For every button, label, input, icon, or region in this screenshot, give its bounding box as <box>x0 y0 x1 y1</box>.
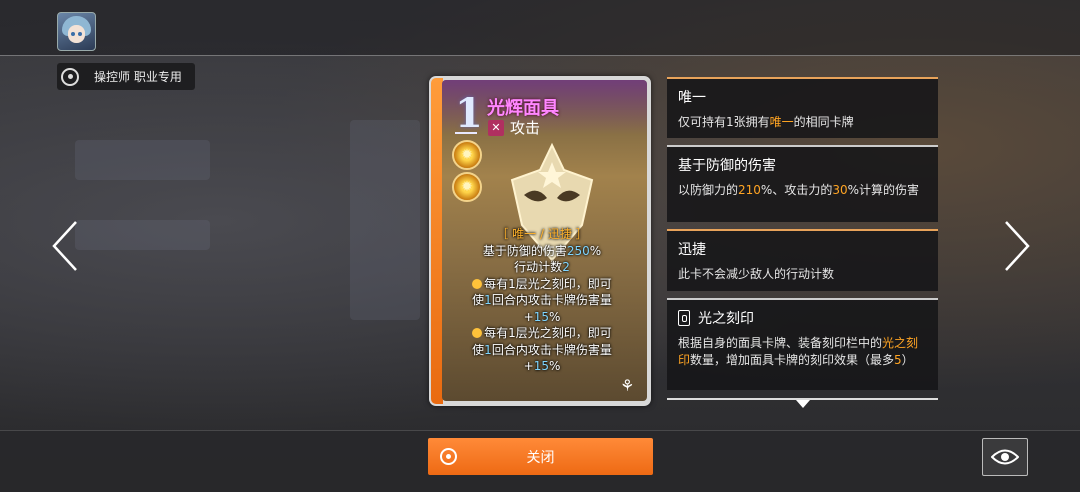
character-avatar-icon[interactable] <box>57 12 96 51</box>
view-art-button[interactable] <box>982 438 1028 476</box>
class-emblem-icon <box>61 67 79 86</box>
keyword-panel-def-damage: 基于防御的伤害 以防御力的210%、攻击力的30%计算的伤害 <box>667 145 938 222</box>
panel-desc: 此卡不会减少敌人的行动计数 <box>678 267 835 281</box>
chevron-left-icon <box>52 221 77 271</box>
panel-title: 光之刻印 <box>678 308 927 328</box>
crossed-swords-icon: ✕ <box>488 119 504 136</box>
light-mark-icon <box>678 310 690 326</box>
background-blur <box>75 140 210 180</box>
card-effect: 每有1层光之刻印，即可 <box>447 276 637 293</box>
panel-desc: 仅可持有1张拥有唯一的相同卡牌 <box>678 115 854 129</box>
panel-title: 迅捷 <box>678 242 706 258</box>
card-effect: 使1回合内攻击卡牌伤害量 <box>472 342 612 357</box>
card-effect: 每有1层光之刻印，即可 <box>447 325 637 342</box>
card-type-label: 攻击 <box>510 119 541 137</box>
card-line: 行动计数2 <box>514 260 570 274</box>
keyword-panel-light-mark: 光之刻印 根据自身的面具卡牌、装备刻印栏中的光之刻印数量，增加面具卡牌的刻印效果… <box>667 298 938 390</box>
sun-orb-icon: ✹ <box>452 140 482 170</box>
next-arrow-button[interactable] <box>994 218 1034 274</box>
card-set-icon: ⚘ <box>620 376 635 395</box>
card-cost: 1 <box>455 90 483 137</box>
sun-orb-icon: ✹ <box>452 172 482 202</box>
card-type: ✕ 攻击 <box>488 117 540 138</box>
top-bar <box>0 0 1080 56</box>
card-effect: +15% <box>523 359 561 373</box>
close-button-label: 关闭 <box>526 449 555 466</box>
cost-underline <box>455 132 477 134</box>
keyword-panel-swift: 迅捷 此卡不会减少敌人的行动计数 <box>667 229 938 291</box>
light-mark-coin-icon <box>472 278 483 289</box>
background-blur <box>75 220 210 250</box>
job-tag-label: 操控师 职业专用 <box>94 70 182 84</box>
card-description: ［ 唯一 / 迅捷 ］ 基于防御的伤害250% 行动计数2 每有1层光之刻印，即… <box>447 226 637 375</box>
close-button[interactable]: 关闭 <box>428 438 653 475</box>
prev-arrow-button[interactable] <box>48 218 88 274</box>
job-exclusive-tag: 操控师 职业专用 <box>57 63 195 90</box>
card-keywords: ［ 唯一 / 迅捷 ］ <box>496 227 588 241</box>
keyword-panel-unique: 唯一 仅可持有1张拥有唯一的相同卡牌 <box>667 77 938 138</box>
scroll-down-icon[interactable] <box>796 400 810 408</box>
panel-desc: 根据自身的面具卡牌、装备刻印栏中的光之刻印数量，增加面具卡牌的刻印效果（最多5） <box>678 336 919 367</box>
chevron-right-icon <box>1005 221 1030 271</box>
card-effect: 使1回合内攻击卡牌伤害量 <box>472 293 612 307</box>
light-mark-coin-icon <box>472 328 483 338</box>
card-effect: +15% <box>523 309 561 324</box>
background-blur <box>350 120 420 320</box>
card-line: 基于防御的伤害250% <box>482 243 602 258</box>
panel-title: 基于防御的伤害 <box>678 158 776 174</box>
panel-title: 唯一 <box>678 90 706 106</box>
panel-desc: 以防御力的210%、攻击力的30%计算的伤害 <box>678 183 920 197</box>
eye-icon <box>991 449 1019 465</box>
